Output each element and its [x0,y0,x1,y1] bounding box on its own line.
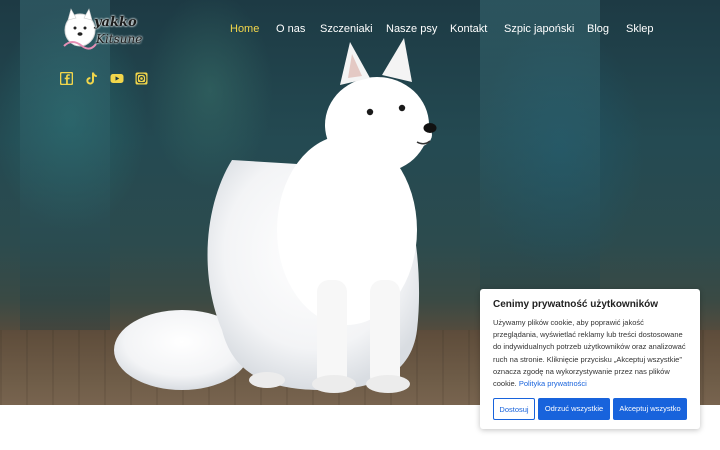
nav-szczeniaki[interactable]: Szczeniaki [320,23,373,35]
logo-text-line2: Kitsune [96,32,143,46]
nav-sklep[interactable]: Sklep [626,23,654,35]
youtube-icon[interactable] [110,72,124,86]
facebook-icon[interactable] [59,71,74,86]
background-building [480,0,600,330]
privacy-policy-link[interactable]: Polityka prywatności [519,379,587,388]
instagram-icon[interactable] [135,72,149,86]
tiktok-icon[interactable] [85,72,99,86]
nav-nasze-psy[interactable]: Nasze psy [386,23,437,35]
nav-o-nas[interactable]: O nas [276,23,305,35]
nav-home[interactable]: Home [230,23,259,35]
nav-szpic-japonski[interactable]: Szpic japoński [504,23,574,35]
cookie-title: Cenimy prywatność użytkowników [493,299,659,310]
reject-all-button[interactable]: Odrzuć wszystkie [538,398,610,420]
cookie-description: Używamy plików cookie, aby poprawić jako… [493,317,689,390]
accept-all-button[interactable]: Akceptuj wszystko [613,398,687,420]
cookie-consent-banner: Cenimy prywatność użytkowników Używamy p… [480,289,700,429]
nav-blog[interactable]: Blog [587,23,609,35]
samoyed-dog-image [114,38,437,393]
customize-button[interactable]: Dostosuj [493,398,535,420]
cookie-body-text: Używamy plików cookie, aby poprawić jako… [493,318,686,389]
logo-text-line1: yakko [94,15,137,30]
nav-kontakt[interactable]: Kontakt [450,23,487,35]
